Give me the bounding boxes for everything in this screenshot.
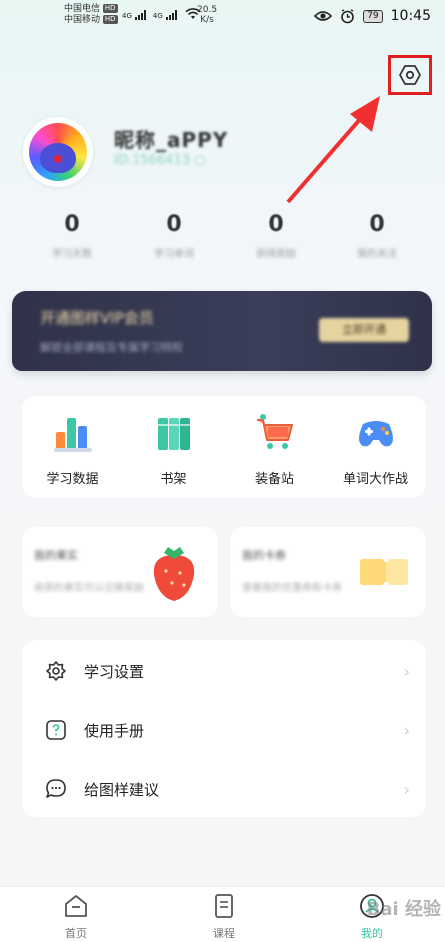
hd-badge: HD (102, 15, 118, 24)
stat-label: 我的关注 (357, 249, 397, 260)
feature-label: 装备站 (254, 472, 294, 487)
feedback-icon (46, 779, 66, 798)
nav-home[interactable]: 首页 (46, 893, 106, 941)
stat-value: 0 (64, 212, 80, 237)
menu-item-feedback[interactable]: 给图样建议 › (22, 760, 426, 818)
bar-chart-icon (53, 418, 92, 452)
feature-word-battle[interactable]: 单词大作战 (325, 396, 426, 498)
stat-value: 0 (268, 212, 284, 237)
chevron-right-icon: › (403, 720, 410, 740)
strawberry-icon (153, 547, 195, 601)
feature-label: 学习数据 (46, 472, 99, 487)
stat-item[interactable]: 0 我的关注 (327, 212, 427, 260)
nav-label: 首页 (65, 927, 87, 940)
battery-icon: 79 (363, 9, 383, 23)
nav-course[interactable]: 课程 (194, 893, 254, 941)
banner-title: 开通图样VIP会员 (40, 309, 154, 327)
menu-label: 学习设置 (84, 662, 145, 681)
status-carriers: 中国电信 HD 中国移动 HD (64, 4, 118, 26)
help-icon (46, 720, 66, 740)
menu-label: 使用手册 (84, 721, 145, 740)
carrier-2: 中国移动 (64, 15, 101, 25)
ticket-icon (360, 556, 408, 588)
avatar[interactable] (23, 117, 93, 187)
promo-subtitle: 收获的果实可以兑换奖励 (34, 583, 144, 594)
network-type-2: 4G (152, 12, 163, 20)
stat-label: 学习天数 (52, 249, 92, 260)
annotation-arrow (286, 96, 380, 204)
chevron-right-icon: › (403, 661, 410, 681)
chevron-right-icon: › (403, 779, 410, 799)
flower-settings-icon (46, 661, 66, 681)
gamepad-icon (358, 421, 393, 447)
stat-item[interactable]: 0 学习单词 (124, 212, 224, 260)
feature-study-data[interactable]: 学习数据 (22, 396, 123, 498)
promo-card-coupon[interactable]: 我的卡券 查看我的优惠券和卡券 (230, 527, 426, 617)
nav-label: 我的 (361, 927, 383, 940)
course-icon (215, 894, 233, 918)
network-speed: 20.5 K/s (197, 5, 218, 25)
promo-card-fruit[interactable]: 我的果实 收获的果实可以兑换奖励 (22, 527, 218, 617)
menu-item-user-manual[interactable]: 使用手册 › (22, 701, 426, 759)
user-id: ID:1566413 ○ (114, 153, 206, 168)
stat-value: 0 (369, 212, 385, 237)
home-icon (65, 895, 87, 917)
clock: 10:45 (390, 8, 431, 24)
stat-label: 学习单词 (154, 249, 194, 260)
network-type-1: 4G (122, 12, 132, 20)
alarm-icon (341, 8, 354, 23)
watermark: Bai 经验 (366, 899, 441, 920)
stat-item[interactable]: 0 获得奖励 (226, 212, 326, 260)
hd-badge: HD (102, 4, 118, 13)
feature-label: 书架 (160, 472, 187, 487)
feature-label: 单词大作战 (342, 472, 408, 487)
feature-grid: 学习数据 书架 装备站 单词大作战 (22, 396, 426, 498)
menu-label: 给图样建议 (84, 780, 160, 799)
promo-title: 我的果实 (34, 549, 78, 562)
menu-item-study-settings[interactable]: 学习设置 › (22, 642, 426, 700)
stat-label: 获得奖励 (256, 249, 296, 260)
stat-value: 0 (166, 212, 182, 237)
nav-label: 课程 (213, 927, 235, 940)
status-right: 79 10:45 (314, 8, 431, 24)
signal-icon: 4G 4G (122, 8, 201, 20)
promo-title: 我的卡券 (242, 549, 286, 562)
carrier-1: 中国电信 (64, 4, 101, 14)
shopping-cart-icon (256, 414, 293, 449)
books-icon (157, 418, 190, 450)
banner-button[interactable]: 立即开通 (319, 318, 409, 342)
settings-menu: 学习设置 › 使用手册 › 给图样建议 › (22, 640, 426, 817)
eye-icon (314, 11, 333, 21)
feature-gear-station[interactable]: 装备站 (224, 396, 325, 498)
banner-subtitle: 解锁全部课程及专属学习特权 (40, 341, 183, 354)
feature-bookshelf[interactable]: 书架 (123, 396, 224, 498)
promo-subtitle: 查看我的优惠券和卡券 (242, 583, 342, 594)
username[interactable]: 昵称_aPPY (114, 124, 228, 153)
settings-button[interactable] (388, 55, 432, 95)
stat-item[interactable]: 0 学习天数 (22, 212, 122, 260)
hexagon-settings-icon (399, 65, 421, 85)
